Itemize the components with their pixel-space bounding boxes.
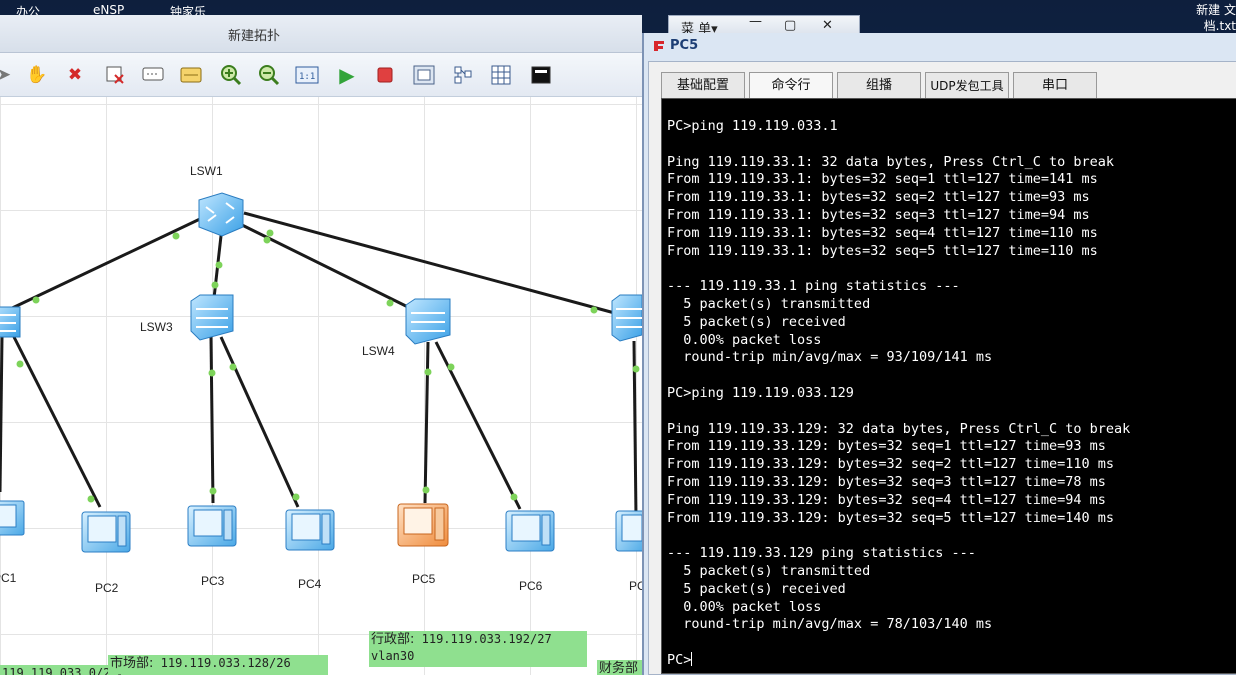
tab-multicast[interactable]: 组播: [837, 72, 921, 98]
console-text: PC>ping 119.119.033.1 Ping 119.119.33.1:…: [667, 118, 1130, 670]
svg-text:1:1: 1:1: [299, 72, 315, 82]
zoom-in-icon[interactable]: [219, 63, 243, 87]
vlan20-net: 119.119.033.128/26: [160, 656, 291, 670]
topology-icon[interactable]: [451, 63, 475, 87]
tab-basic-config[interactable]: 基础配置: [661, 72, 745, 98]
link-lsw2-pc1: [0, 336, 4, 493]
pc3-label: PC3: [201, 574, 225, 588]
console-output[interactable]: PC>ping 119.119.033.1 Ping 119.119.33.1:…: [661, 98, 1236, 674]
vlan40-note: 财务部 vlan40: [597, 660, 642, 675]
vlan10-note: 119.119.033.0/25: [0, 665, 108, 675]
vlan40-dept: 财务部: [599, 661, 639, 675]
clear-icon[interactable]: [103, 63, 127, 87]
link-lsw1-lsw2: [7, 217, 201, 312]
vlan30-note: 行政部: 119.119.033.192/27 vlan30: [369, 631, 587, 667]
lsw4-label: LSW4: [362, 344, 395, 358]
vlan30-net: 119.119.033.192/27: [421, 632, 552, 646]
links: [0, 211, 638, 518]
pc4-label: PC4: [298, 577, 322, 591]
lsw4-icon: [405, 298, 451, 345]
lsw3-label: LSW3: [140, 320, 173, 334]
link-lsw3-pc4: [219, 336, 300, 508]
capture-icon[interactable]: [412, 63, 436, 87]
lsw1-icon: [198, 192, 244, 237]
ensp-title: 新建拓扑: [228, 29, 281, 44]
pc5-title: PC5: [670, 38, 699, 53]
pc6-icon: [505, 510, 555, 552]
pc1-label: PC1: [0, 571, 17, 585]
minimize-icon[interactable]: —: [749, 14, 762, 29]
link-lsw3-pc3: [209, 336, 215, 504]
vlan30-dept: 行政部:: [371, 632, 415, 647]
ensp-window: 新建拓扑 ➤ ✋ ✖ 1:1 ▶ LSW1 LSW3 LSW4 C1 PC2 P…: [0, 15, 642, 675]
ensp-titlebar[interactable]: 新建拓扑: [0, 15, 642, 53]
grid-icon[interactable]: [489, 63, 513, 87]
pc5-logo-icon: [654, 40, 664, 51]
console-icon[interactable]: [529, 63, 553, 87]
desktop-icon-label-line1: 新建 文: [1196, 3, 1236, 17]
vlan10-net: 119.119.033.0/25: [2, 666, 108, 675]
pc1-icon: [0, 500, 25, 536]
ports: [16, 229, 640, 503]
pc3-icon: [187, 505, 237, 547]
lsw1-label: LSW1: [190, 164, 223, 178]
desktop-icon-label-line2: 档.txt: [1203, 19, 1236, 33]
vlan30-vlan: vlan30: [371, 649, 415, 663]
vlan20-note: 市场部: 119.119.033.128/26 vlan20: [108, 655, 328, 675]
delete-icon[interactable]: ✖: [63, 63, 87, 87]
tab-serial[interactable]: 串口: [1013, 72, 1097, 98]
close-icon[interactable]: ✕: [822, 18, 833, 33]
zoom-out-icon[interactable]: [257, 63, 281, 87]
console-cursor: [691, 651, 693, 666]
tab-command-line[interactable]: 命令行: [749, 72, 833, 98]
pc2-label: PC2: [95, 581, 119, 595]
pc5-label: PC5: [412, 572, 436, 586]
lsw2-icon: [0, 306, 21, 338]
pc7-icon: [615, 510, 642, 552]
pc5-icon: [397, 503, 449, 547]
fit-icon[interactable]: 1:1: [295, 63, 319, 87]
ensp-toolbar: ➤ ✋ ✖ 1:1 ▶: [0, 53, 642, 97]
text-icon[interactable]: [141, 63, 165, 87]
console-prompt: PC>: [667, 651, 692, 668]
pc4-icon: [285, 509, 335, 551]
tab-udp-tool[interactable]: UDP发包工具: [925, 72, 1009, 98]
topology-canvas[interactable]: LSW1 LSW3 LSW4 PC1 PC2 PC3 PC4 PC5 PC6 P…: [0, 97, 642, 675]
pc6-label: PC6: [519, 579, 543, 593]
pc5-window: PC5 基础配置 命令行 组播 UDP发包工具 串口 PC>ping 119.1…: [642, 33, 1236, 675]
arrow-icon[interactable]: ➤: [0, 63, 16, 87]
desktop-icon-text-file[interactable]: 新建 文 档.txt: [1188, 2, 1236, 34]
pc5-body: 基础配置 命令行 组播 UDP发包工具 串口 PC>ping 119.119.0…: [648, 61, 1236, 675]
hand-icon[interactable]: ✋: [25, 63, 49, 87]
rectangle-icon[interactable]: [179, 63, 203, 87]
vlan20-dept: 市场部:: [110, 656, 154, 671]
start-icon[interactable]: ▶: [335, 63, 359, 87]
pc2-icon: [81, 511, 131, 553]
console-lines: PC>ping 119.119.033.1 Ping 119.119.33.1:…: [667, 118, 1131, 633]
link-lsw2-pc2: [12, 336, 102, 508]
lsw5-icon: [611, 294, 642, 342]
lsw3-icon: [190, 294, 234, 341]
maximize-icon[interactable]: ▢: [784, 18, 796, 33]
stop-icon[interactable]: [373, 63, 397, 87]
link-lsw4-pc5: [423, 341, 430, 504]
pc7-label: PC: [629, 579, 642, 593]
pc5-titlebar[interactable]: PC5: [652, 38, 698, 53]
